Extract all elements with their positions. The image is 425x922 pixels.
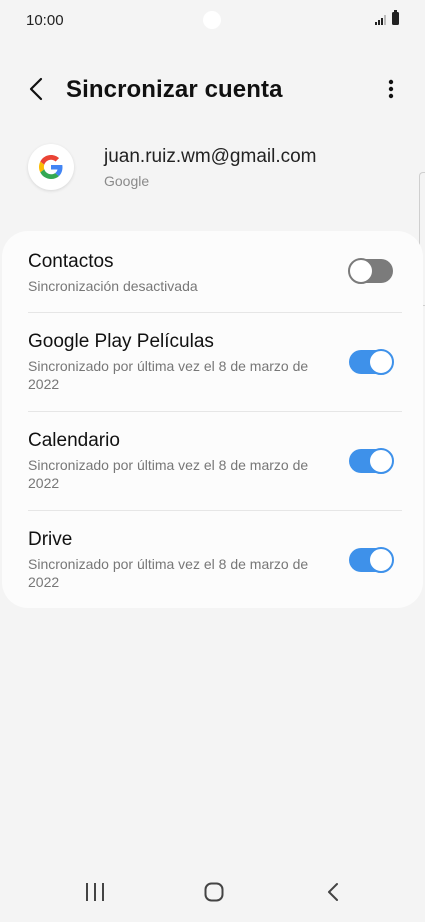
more-vert-icon[interactable] (383, 74, 399, 104)
toggle-knob (368, 547, 394, 573)
account-email: juan.ruiz.wm@gmail.com (104, 146, 317, 167)
status-bar: 10:00 (0, 0, 425, 40)
sync-items-card: Contactos Sincronización desactivada Goo… (2, 231, 423, 608)
account-info: juan.ruiz.wm@gmail.com Google (0, 140, 425, 200)
account-provider: Google (104, 173, 150, 189)
home-icon[interactable] (204, 882, 224, 902)
sync-item-title: Calendario (28, 430, 120, 451)
sync-item-contactos[interactable]: Contactos Sincronización desactivada (2, 231, 423, 311)
app-bar: Sincronizar cuenta (0, 64, 425, 116)
sync-item-status: Sincronizado por última vez el 8 de marz… (28, 556, 309, 590)
navigation-bar (0, 866, 425, 922)
sync-toggle-google-play-peliculas[interactable] (349, 349, 394, 375)
page-title: Sincronizar cuenta (66, 76, 283, 103)
recent-apps-icon[interactable] (84, 882, 106, 902)
sync-item-status: Sincronizado por última vez el 8 de marz… (28, 457, 309, 491)
screen: 10:00 Sincronizar cuenta juan.ruiz.wm@gm… (0, 0, 425, 922)
sync-item-title: Google Play Películas (28, 331, 214, 352)
sync-toggle-calendario[interactable] (349, 448, 394, 474)
sync-toggle-contactos[interactable] (348, 258, 393, 284)
front-camera (203, 11, 221, 29)
battery-icon (392, 10, 399, 25)
toggle-knob (348, 258, 374, 284)
google-logo-icon (28, 144, 74, 190)
nav-back-icon[interactable] (323, 882, 343, 902)
sync-item-status: Sincronizado por última vez el 8 de marz… (28, 358, 309, 392)
sync-item-drive[interactable]: Drive Sincronizado por última vez el 8 d… (2, 511, 423, 608)
sync-item-google-play-peliculas[interactable]: Google Play Películas Sincronizado por ú… (2, 313, 423, 411)
sync-toggle-drive[interactable] (349, 547, 394, 573)
sync-item-title: Drive (28, 529, 73, 550)
sync-item-status: Sincronización desactivada (28, 278, 198, 294)
sync-item-title: Contactos (28, 251, 114, 272)
sync-item-calendario[interactable]: Calendario Sincronizado por última vez e… (2, 412, 423, 510)
signal-icon (375, 15, 386, 25)
status-time: 10:00 (26, 12, 64, 29)
toggle-knob (368, 448, 394, 474)
toggle-knob (368, 349, 394, 375)
arrow-back-icon[interactable] (22, 74, 52, 104)
